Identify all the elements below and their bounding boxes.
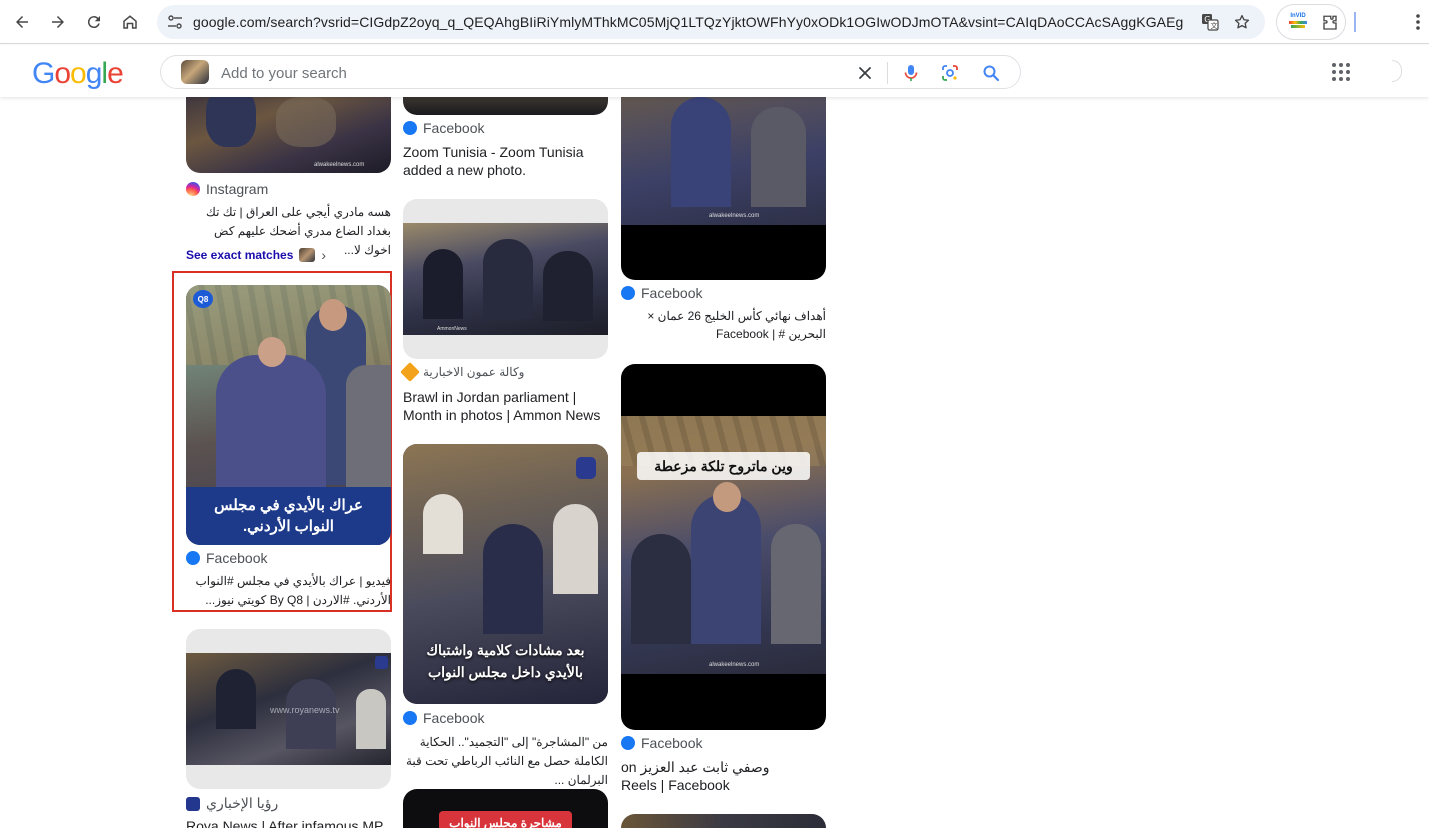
chevron-right-icon: ›	[321, 247, 327, 263]
back-button[interactable]	[8, 8, 36, 36]
browser-toolbar: google.com/search?vsrid=CIGdpZ2oyq_q_QEQ…	[0, 0, 1429, 44]
image-caption: مشاجرة مجلس النواب	[439, 811, 572, 828]
source-name: Facebook	[423, 120, 485, 136]
result-image-ammon[interactable]: AmmonNews	[403, 199, 608, 359]
image-caption: بعد مشادات كلامية واشتباك بالأيدي داخل م…	[426, 642, 585, 680]
result-source[interactable]: وكالة عمون الاخبارية	[400, 362, 525, 382]
bookmark-star-icon[interactable]	[1233, 13, 1251, 31]
search-input[interactable]	[221, 63, 821, 83]
google-logo[interactable]: Google	[32, 57, 124, 91]
source-name: رؤيا الإخباري	[206, 795, 279, 811]
logo-letter: g	[85, 57, 103, 90]
result-image-instagram[interactable]: alwakeelnews.com	[186, 97, 391, 173]
source-name: Facebook	[641, 735, 703, 751]
svg-text:文: 文	[1211, 21, 1218, 30]
result-source[interactable]: Facebook	[186, 550, 267, 566]
logo-letter: e	[107, 57, 124, 90]
result-image-roya-caption[interactable]: بعد مشادات كلامية واشتباك بالأيدي داخل م…	[403, 444, 608, 704]
browser-menu-icon[interactable]	[1408, 12, 1428, 32]
result-title[interactable]: وصفي ثابت عبد العزيز on Reels | Facebook	[621, 758, 801, 794]
source-name: Facebook	[206, 550, 268, 566]
extensions-area: InVID	[1276, 4, 1346, 40]
logo-letter: o	[54, 57, 71, 90]
extensions-puzzle-icon[interactable]	[1321, 14, 1339, 32]
result-image-roya[interactable]: www.royanews.tv	[186, 629, 391, 789]
result-source[interactable]: Instagram	[186, 181, 268, 197]
image-watermark: www.royanews.tv	[270, 705, 340, 715]
result-image-alwakeel-1[interactable]: alwakeelnews.com	[621, 97, 826, 280]
logo-letter: G	[32, 57, 55, 90]
result-source[interactable]: رؤيا الإخباري	[186, 795, 278, 812]
address-bar[interactable]: google.com/search?vsrid=CIGdpZ2oyq_q_QEQ…	[157, 5, 1265, 39]
forward-button[interactable]	[44, 8, 72, 36]
facebook-icon	[403, 121, 417, 135]
instagram-icon	[186, 182, 200, 196]
image-results-grid: alwakeelnews.com Instagram هسه مادري أيج…	[0, 97, 1429, 828]
source-name: Facebook	[641, 285, 703, 301]
invid-extension-icon[interactable]: InVID	[1287, 13, 1309, 33]
url-text[interactable]: google.com/search?vsrid=CIGdpZ2oyq_q_QEQ…	[193, 14, 1183, 30]
source-name: وكالة عمون الاخبارية	[423, 365, 525, 379]
arrow-left-icon	[16, 16, 28, 28]
logo-letter: o	[70, 57, 87, 90]
result-title[interactable]: Zoom Tunisia - Zoom Tunisia added a new …	[403, 143, 608, 179]
result-title[interactable]: Brawl in Jordan parliament | Month in ph…	[403, 388, 608, 424]
source-name: Instagram	[206, 181, 269, 197]
facebook-icon	[621, 736, 635, 750]
search-box	[160, 55, 1021, 89]
reload-icon	[87, 16, 100, 29]
result-title[interactable]: من "المشاجرة" إلى "التجميد".. الحكاية ال…	[403, 733, 608, 790]
image-caption: عراك بالأيدي في مجلس النواب الأردني.	[186, 487, 391, 545]
result-image-q8[interactable]: Q8 عراك بالأيدي في مجلس النواب الأردني.	[186, 285, 391, 545]
invid-label: InVID	[1290, 13, 1306, 19]
source-name: Facebook	[423, 710, 485, 726]
result-source[interactable]: Facebook	[403, 120, 484, 136]
google-apps-icon[interactable]	[1331, 62, 1351, 82]
reload-button[interactable]	[80, 8, 108, 36]
toolbar-divider	[1354, 12, 1356, 32]
result-source[interactable]: Facebook	[403, 710, 484, 726]
image-watermark: alwakeelnews.com	[709, 213, 760, 219]
q8-badge: Q8	[193, 290, 213, 308]
voice-search-icon[interactable]	[901, 63, 921, 83]
account-avatar-edge[interactable]	[1392, 60, 1402, 82]
image-caption: وين ماتروح تلكة مزعطة	[637, 452, 810, 480]
translate-icon[interactable]: G 文	[1201, 13, 1219, 31]
result-source[interactable]: Facebook	[621, 285, 702, 301]
search-divider	[887, 62, 888, 84]
result-image-partial-2[interactable]	[621, 814, 826, 828]
page-scrollbar[interactable]	[1420, 97, 1429, 828]
result-image-alwakeel-2[interactable]: وين ماتروح تلكة مزعطة alwakeelnews.com	[621, 364, 826, 730]
site-settings-icon[interactable]	[167, 14, 183, 30]
facebook-icon	[403, 711, 417, 725]
search-image-thumbnail[interactable]	[181, 60, 209, 84]
facebook-icon	[621, 286, 635, 300]
facebook-icon	[186, 551, 200, 565]
result-title[interactable]: أهداف نهائي كأس الخليج 26 عمان × البحرين…	[621, 307, 826, 343]
exact-match-thumbnail	[299, 248, 316, 262]
lens-search-icon[interactable]	[940, 63, 960, 83]
image-watermark: AmmonNews	[437, 326, 467, 332]
result-image-zoom-tunisia[interactable]	[403, 97, 608, 115]
result-title[interactable]: فيديو | عراك بالأيدي في مجلس #النواب الأ…	[186, 572, 392, 610]
arrow-right-icon	[52, 16, 64, 28]
see-exact-label: See exact matches	[186, 248, 294, 262]
home-icon	[123, 15, 137, 29]
ammon-icon	[400, 362, 420, 382]
image-watermark: alwakeelnews.com	[314, 162, 365, 168]
clear-search-icon[interactable]	[855, 63, 875, 83]
image-watermark: alwakeelnews.com	[709, 662, 760, 668]
google-header: Google	[0, 45, 1429, 97]
roya-icon	[186, 796, 200, 811]
home-button[interactable]	[116, 8, 144, 36]
result-image-partial[interactable]: مشاجرة مجلس النواب	[403, 789, 608, 828]
see-exact-matches-link[interactable]: See exact matches ›	[186, 247, 326, 263]
search-icon[interactable]	[981, 63, 1001, 83]
result-title[interactable]: Roya News | After infamous MP	[186, 817, 391, 828]
result-source[interactable]: Facebook	[621, 735, 702, 751]
